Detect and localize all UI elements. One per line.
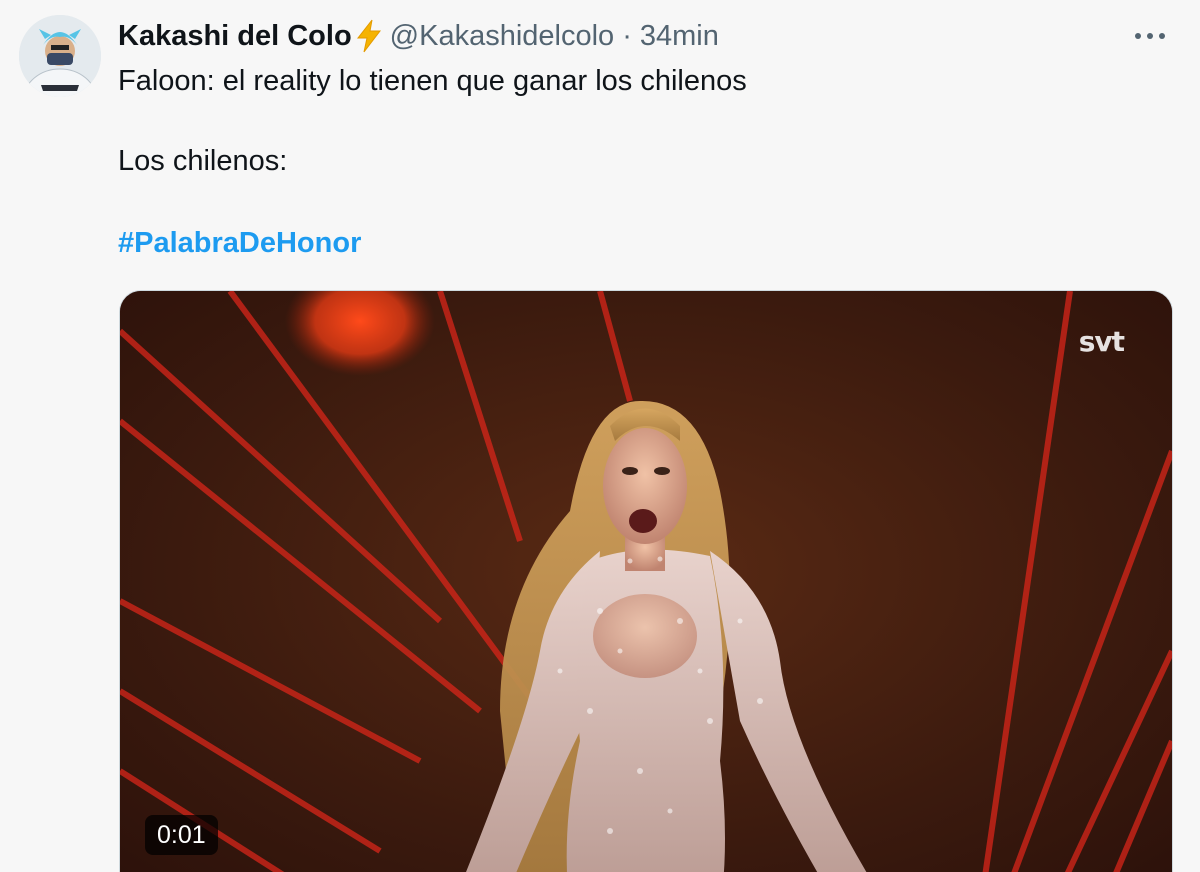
tweet-text-line-2: Los chilenos: (118, 145, 288, 177)
display-name[interactable]: Kakashi del Colo (118, 16, 352, 56)
user-handle[interactable]: @Kakashidelcolo (390, 16, 615, 56)
avatar-image (19, 15, 101, 97)
tweet[interactable]: Kakashi del Colo @Kakashidelcolo · 34min… (0, 0, 1200, 872)
video-frame (120, 291, 1172, 872)
avatar[interactable] (19, 15, 101, 97)
timestamp[interactable]: 34min (640, 16, 719, 56)
lightning-bolt-icon (354, 19, 384, 53)
video-player[interactable]: svt 0:01 (119, 290, 1173, 872)
ellipsis-icon[interactable] (1130, 22, 1170, 50)
separator-dot: · (622, 20, 632, 52)
tweet-header: Kakashi del Colo @Kakashidelcolo · 34min (118, 16, 719, 56)
hashtag-link[interactable]: #PalabraDeHonor (118, 224, 361, 262)
video-duration-badge: 0:01 (145, 815, 218, 855)
tweet-text-line-1: Faloon: el reality lo tienen que ganar l… (118, 65, 747, 97)
svt-watermark: svt (1078, 325, 1125, 358)
